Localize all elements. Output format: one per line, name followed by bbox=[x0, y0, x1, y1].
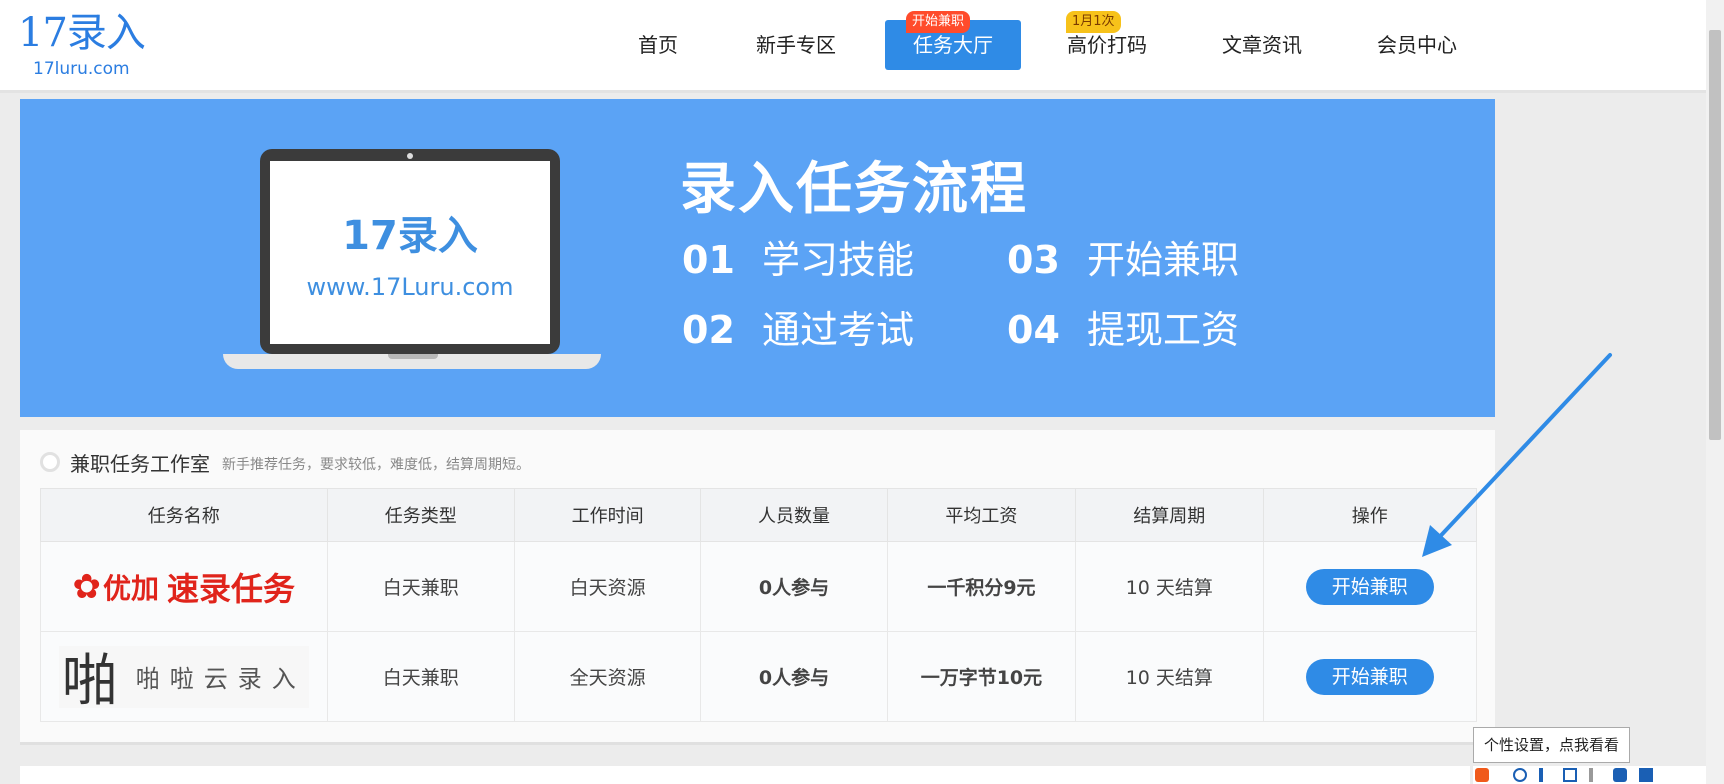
grid-icon[interactable] bbox=[1639, 768, 1653, 782]
start-parttime-button[interactable]: 开始兼职 bbox=[1305, 568, 1434, 605]
step-1: 01 学习技能 bbox=[682, 229, 914, 284]
work-time: 白天资源 bbox=[513, 541, 702, 632]
nav-member[interactable]: 会员中心 bbox=[1373, 20, 1461, 70]
pala-logo-text: 啪啦云录入 bbox=[135, 665, 306, 693]
nav-badge-monthly: 1月1次 bbox=[1066, 11, 1121, 33]
task-panel: 兼职任务工作室 新手推荐任务，要求较低，难度低，结算周期短。 任务名称 任务类型… bbox=[20, 430, 1495, 745]
youjia-task-text: 速录任务 bbox=[167, 569, 296, 608]
panel-title: 兼职任务工作室 bbox=[70, 452, 210, 476]
annotation-arrow-icon bbox=[1422, 353, 1612, 557]
flower-icon: ✿ bbox=[72, 566, 102, 607]
task-logo-cell[interactable]: ✿ 优加 速录任务 bbox=[40, 541, 328, 632]
laptop-camera bbox=[407, 153, 413, 159]
vertical-scrollbar[interactable] bbox=[1706, 0, 1724, 784]
step-2-number: 02 bbox=[682, 308, 735, 352]
laptop-display: 17录入 www.17Luru.com bbox=[270, 161, 550, 344]
laptop-base bbox=[223, 354, 601, 369]
input-method-icon[interactable] bbox=[1475, 768, 1489, 782]
nav-articles[interactable]: 文章资讯 bbox=[1218, 20, 1306, 70]
step-4-text: 提现工资 bbox=[1087, 308, 1240, 352]
youjia-logo[interactable]: ✿ 优加 速录任务 bbox=[73, 557, 296, 617]
start-parttime-button[interactable]: 开始兼职 bbox=[1305, 658, 1434, 695]
pala-logo[interactable]: 啪 啪啦云录入 bbox=[58, 645, 309, 714]
laptop-notch bbox=[388, 354, 438, 359]
nav-home[interactable]: 首页 bbox=[630, 20, 686, 70]
settings-tooltip: 个性设置，点我看看 bbox=[1473, 727, 1631, 763]
col-task-name: 任务名称 bbox=[40, 488, 328, 542]
nav-badge-start: 开始兼职 bbox=[906, 11, 971, 33]
step-3-number: 03 bbox=[1007, 238, 1060, 282]
step-3-text: 开始兼职 bbox=[1087, 238, 1240, 282]
panel-divider bbox=[20, 742, 1495, 745]
settle-cycle: 10 天结算 bbox=[1075, 631, 1264, 722]
banner-title: 录入任务流程 bbox=[680, 157, 1028, 222]
settle-cycle: 10 天结算 bbox=[1075, 541, 1264, 632]
laptop-screen-title: 17录入 bbox=[342, 213, 478, 259]
people-count: 0人参与 bbox=[700, 541, 888, 632]
step-4: 04 提现工资 bbox=[1007, 299, 1239, 354]
task-table: 任务名称 任务类型 工作时间 人员数量 平均工资 结算周期 操作 ✿ 优加 速录… bbox=[40, 488, 1478, 722]
people-count: 0人参与 bbox=[700, 631, 888, 722]
next-section-edge bbox=[20, 766, 1470, 784]
divider-icon bbox=[1589, 768, 1593, 782]
microphone-icon[interactable] bbox=[1539, 768, 1543, 782]
avg-salary: 一万字节10元 bbox=[886, 631, 1077, 722]
step-4-number: 04 bbox=[1007, 308, 1060, 352]
keyboard-icon[interactable] bbox=[1563, 768, 1577, 782]
table-header-row: 任务名称 任务类型 工作时间 人员数量 平均工资 结算周期 操作 bbox=[40, 488, 1478, 542]
table-row: ✿ 优加 速录任务 白天兼职 白天资源 0人参与 一千积分9元 10 天结算 开… bbox=[40, 541, 1478, 632]
step-1-text: 学习技能 bbox=[762, 238, 915, 282]
col-salary: 平均工资 bbox=[886, 488, 1077, 542]
avg-salary: 一千积分9元 bbox=[886, 541, 1077, 632]
step-3: 03 开始兼职 bbox=[1007, 229, 1239, 284]
system-tray bbox=[1473, 766, 1706, 784]
laptop-screen-url: www.17Luru.com bbox=[306, 273, 514, 301]
youjia-brand-text: 优加 bbox=[103, 571, 160, 605]
laptop-illustration: 17录入 www.17Luru.com bbox=[260, 149, 560, 354]
work-time: 全天资源 bbox=[513, 631, 702, 722]
step-2-text: 通过考试 bbox=[762, 308, 915, 352]
panel-description: 新手推荐任务，要求较低，难度低，结算周期短。 bbox=[222, 457, 530, 473]
task-logo-cell[interactable]: 啪 啪啦云录入 bbox=[40, 631, 328, 722]
pala-logo-glyph: 啪 bbox=[61, 649, 118, 714]
step-2: 02 通过考试 bbox=[682, 299, 914, 354]
nav-newbie[interactable]: 新手专区 bbox=[752, 20, 840, 70]
col-work-time: 工作时间 bbox=[513, 488, 702, 542]
tshirt-icon[interactable] bbox=[1613, 768, 1627, 782]
col-people: 人员数量 bbox=[700, 488, 888, 542]
action-cell: 开始兼职 bbox=[1262, 631, 1478, 722]
col-cycle: 结算周期 bbox=[1075, 488, 1264, 542]
circle-icon bbox=[40, 452, 60, 472]
task-type: 白天兼职 bbox=[326, 631, 515, 722]
main-nav: 首页 新手专区 任务大厅 开始兼职 高价打码 1月1次 文章资讯 会员中心 bbox=[0, 0, 1706, 90]
step-1-number: 01 bbox=[682, 238, 735, 282]
process-banner: 17录入 www.17Luru.com 录入任务流程 01 学习技能 02 通过考试… bbox=[20, 99, 1495, 417]
task-type: 白天兼职 bbox=[326, 541, 515, 632]
col-task-type: 任务类型 bbox=[326, 488, 515, 542]
clock-icon[interactable] bbox=[1513, 768, 1527, 782]
site-header: 17录入 17luru.com 首页 新手专区 任务大厅 开始兼职 高价打码 1… bbox=[0, 0, 1706, 93]
table-row: 啪 啪啦云录入 白天兼职 全天资源 0人参与 一万字节10元 10 天结算 开始… bbox=[40, 631, 1478, 722]
scrollbar-thumb[interactable] bbox=[1709, 30, 1721, 440]
